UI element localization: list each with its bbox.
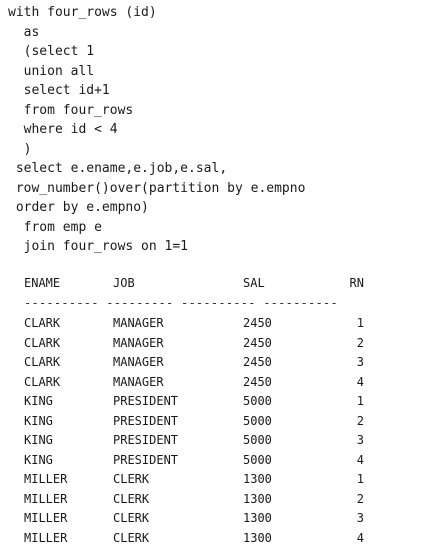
cell-job: CLERK — [113, 509, 149, 529]
result-separator: ---------- --------- ---------- --------… — [24, 292, 338, 314]
cell-job: CLERK — [113, 490, 149, 510]
cell-rn: 2 — [348, 412, 364, 432]
cell-ename: MILLER — [24, 509, 67, 529]
sql-line: select id+1 — [8, 81, 305, 101]
cell-rn: 3 — [348, 353, 364, 373]
cell-job: MANAGER — [113, 314, 164, 334]
cell-rn: 2 — [348, 490, 364, 510]
cell-job: PRESIDENT — [113, 412, 178, 432]
cell-sal: 2450 — [243, 353, 272, 373]
cell-ename: CLARK — [24, 373, 60, 393]
sql-line: as — [8, 23, 305, 43]
cell-rn: 1 — [348, 470, 364, 490]
table-row: MILLER CLERK 1300 4 — [24, 529, 369, 548]
cell-ename: CLARK — [24, 353, 60, 373]
table-row: MILLER CLERK 1300 1 — [24, 470, 369, 490]
cell-sal: 5000 — [243, 451, 272, 471]
table-row: CLARK MANAGER 2450 3 — [24, 353, 369, 373]
sql-line: select e.ename,e.job,e.sal, — [8, 159, 305, 179]
cell-rn: 3 — [348, 431, 364, 451]
sql-query-block: with four_rows (id) as (select 1 union a… — [8, 3, 305, 257]
sql-line: from four_rows — [8, 101, 305, 121]
cell-rn: 2 — [348, 334, 364, 354]
cell-job: MANAGER — [113, 353, 164, 373]
cell-ename: MILLER — [24, 529, 67, 548]
result-separator-row: ---------- --------- ---------- --------… — [24, 292, 369, 314]
cell-sal: 1300 — [243, 529, 272, 548]
cell-ename: MILLER — [24, 490, 67, 510]
cell-rn: 3 — [348, 509, 364, 529]
sql-line: (select 1 — [8, 42, 305, 62]
cell-job: CLERK — [113, 470, 149, 490]
cell-sal: 5000 — [243, 392, 272, 412]
cell-job: PRESIDENT — [113, 451, 178, 471]
cell-rn: 4 — [348, 451, 364, 471]
table-row: MILLER CLERK 1300 2 — [24, 490, 369, 510]
cell-rn: 1 — [348, 392, 364, 412]
cell-rn: 4 — [348, 373, 364, 393]
cell-job: PRESIDENT — [113, 431, 178, 451]
cell-sal: 1300 — [243, 470, 272, 490]
cell-ename: KING — [24, 392, 53, 412]
column-header-sal: SAL — [243, 274, 265, 292]
cell-sal: 5000 — [243, 412, 272, 432]
cell-ename: CLARK — [24, 314, 60, 334]
sql-line: ) — [8, 140, 305, 160]
cell-ename: KING — [24, 412, 53, 432]
result-header-row: ENAME JOB SAL RN — [24, 274, 369, 292]
sql-line: where id < 4 — [8, 120, 305, 140]
cell-sal: 2450 — [243, 314, 272, 334]
sql-line: row_number()over(partition by e.empno — [8, 179, 305, 199]
table-row: KING PRESIDENT 5000 3 — [24, 431, 369, 451]
sql-line: with four_rows (id) — [8, 3, 305, 23]
cell-job: MANAGER — [113, 373, 164, 393]
sql-line: from emp e — [8, 218, 305, 238]
table-row: CLARK MANAGER 2450 1 — [24, 314, 369, 334]
table-row: KING PRESIDENT 5000 1 — [24, 392, 369, 412]
cell-ename: CLARK — [24, 334, 60, 354]
query-result-table: ENAME JOB SAL RN ---------- --------- --… — [24, 274, 369, 548]
cell-ename: KING — [24, 431, 53, 451]
column-header-rn: RN — [348, 274, 364, 292]
result-body: CLARK MANAGER 2450 1 CLARK MANAGER 2450 2 CLARK M… — [24, 314, 369, 548]
cell-job: MANAGER — [113, 334, 164, 354]
cell-rn: 4 — [348, 529, 364, 548]
table-row: CLARK MANAGER 2450 4 — [24, 373, 369, 393]
table-row: CLARK MANAGER 2450 2 — [24, 334, 369, 354]
sql-line: union all — [8, 62, 305, 82]
cell-sal: 1300 — [243, 509, 272, 529]
cell-sal: 1300 — [243, 490, 272, 510]
table-row: KING PRESIDENT 5000 2 — [24, 412, 369, 432]
cell-sal: 2450 — [243, 373, 272, 393]
cell-ename: KING — [24, 451, 53, 471]
cell-job: CLERK — [113, 529, 149, 548]
column-header-job: JOB — [113, 274, 135, 292]
cell-sal: 5000 — [243, 431, 272, 451]
cell-rn: 1 — [348, 314, 364, 334]
column-header-ename: ENAME — [24, 274, 60, 292]
table-row: MILLER CLERK 1300 3 — [24, 509, 369, 529]
table-row: KING PRESIDENT 5000 4 — [24, 451, 369, 471]
cell-ename: MILLER — [24, 470, 67, 490]
cell-sal: 2450 — [243, 334, 272, 354]
sql-line: order by e.empno) — [8, 198, 305, 218]
cell-job: PRESIDENT — [113, 392, 178, 412]
sql-line: join four_rows on 1=1 — [8, 237, 305, 257]
